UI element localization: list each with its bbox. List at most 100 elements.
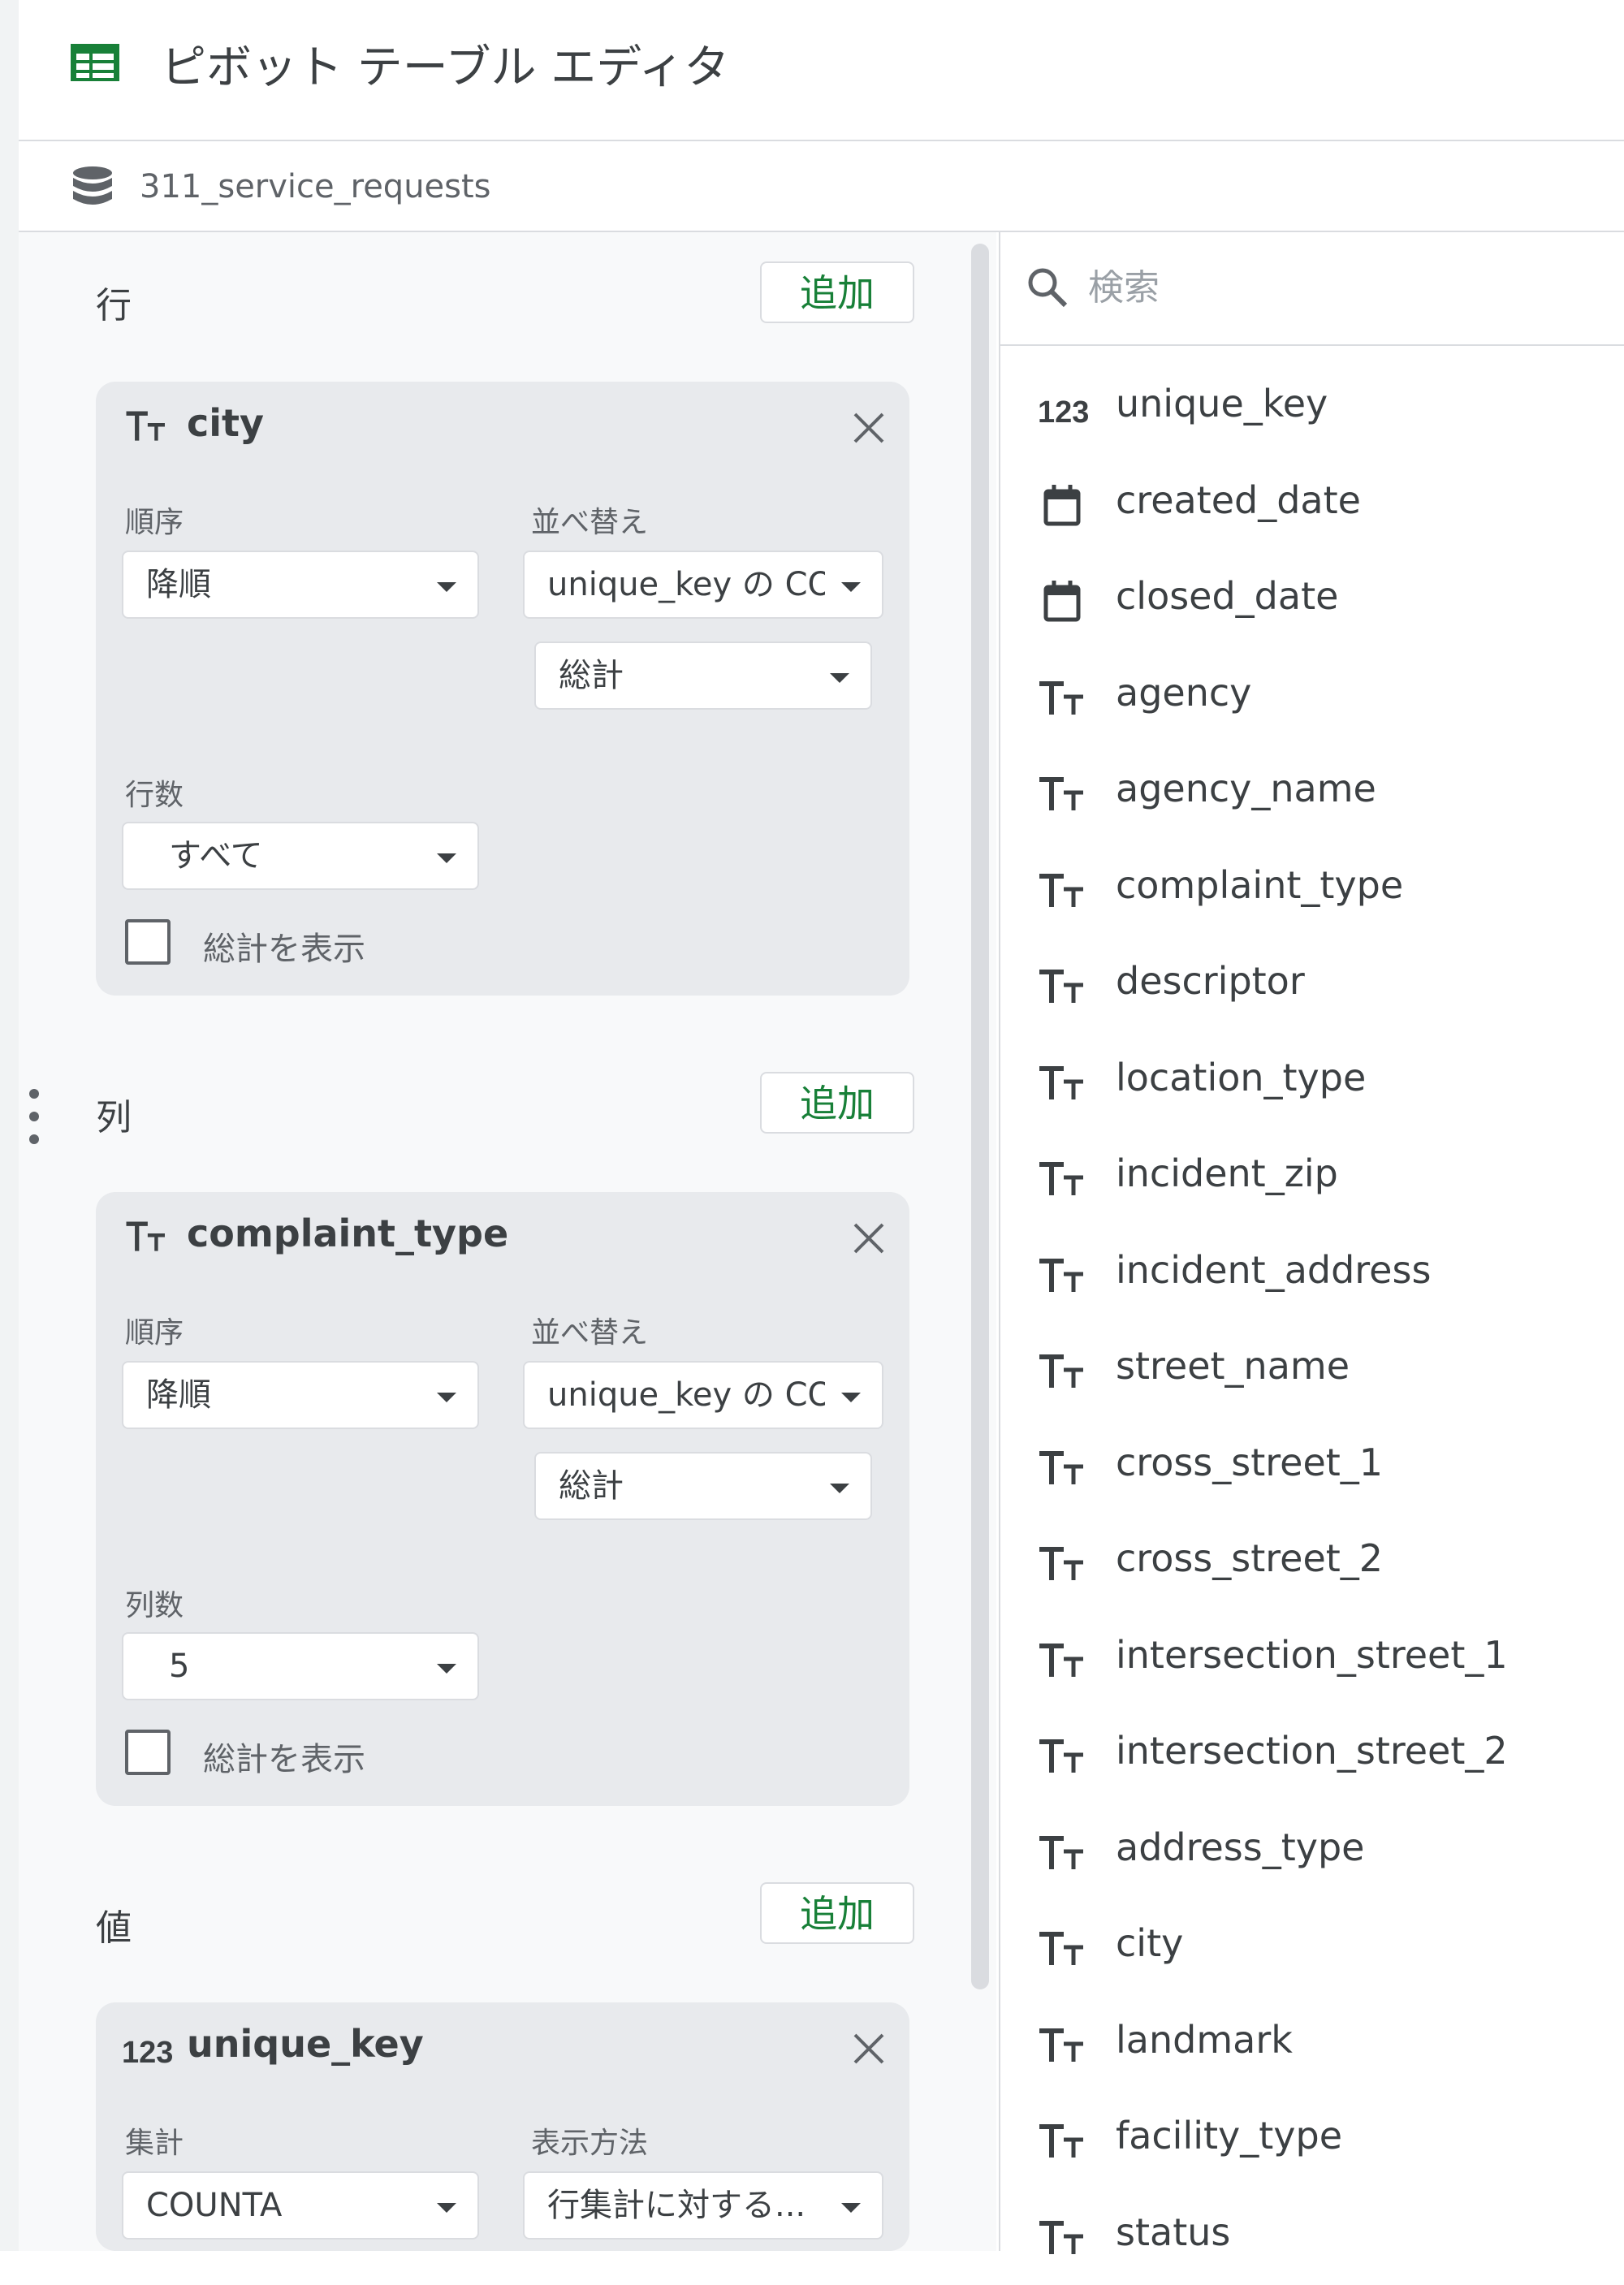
field-list-item[interactable]: location_type: [1000, 1035, 1624, 1130]
field-list-item[interactable]: intersection_street_2: [1000, 1708, 1624, 1803]
field-list-item-label: created_date: [1116, 477, 1361, 522]
field-list-item[interactable]: agency: [1000, 650, 1624, 745]
chevron-down-icon: [830, 673, 849, 683]
chevron-down-icon: [437, 2203, 456, 2213]
columns-add-button[interactable]: 追加: [760, 1072, 914, 1134]
values-remove-close-icon[interactable]: [850, 2030, 888, 2067]
text-type-icon: [1036, 962, 1090, 1011]
rows-order-select[interactable]: 降順: [122, 551, 479, 619]
field-list-item[interactable]: landmark: [1000, 1997, 1624, 2093]
field-list-item-label: facility_type: [1116, 2114, 1343, 2158]
field-list-item-label: complaint_type: [1116, 862, 1404, 907]
field-list-item[interactable]: complaint_type: [1000, 842, 1624, 938]
text-type-icon: [1036, 2117, 1090, 2166]
field-list-item-label: status: [1116, 2209, 1231, 2254]
text-type-icon: [1036, 2214, 1090, 2262]
panel-drag-handle[interactable]: [24, 1084, 44, 1149]
text-type-icon: [1036, 770, 1090, 819]
text-type-icon: [1036, 1829, 1090, 1877]
field-list-item-label: landmark: [1116, 2017, 1293, 2062]
chevron-down-icon: [437, 853, 456, 863]
search-icon: [1028, 268, 1068, 308]
editor-title: ピボット テーブル エディタ: [161, 41, 730, 94]
columns-field-name: complaint_type: [187, 1212, 509, 1255]
text-type-icon: [123, 404, 171, 448]
field-list-item-label: intersection_street_2: [1116, 1729, 1508, 1773]
field-list-item[interactable]: agency_name: [1000, 745, 1624, 841]
field-list-item[interactable]: street_name: [1000, 1323, 1624, 1419]
field-list-item-label: city: [1116, 1921, 1184, 1965]
rows-order-label: 順序: [125, 506, 184, 539]
text-type-icon: [123, 1215, 171, 1259]
rows-sort-select[interactable]: unique_key の CO...: [523, 551, 883, 619]
editor-scrollbar[interactable]: [971, 244, 989, 1989]
values-aggregation-label: 集計: [125, 2127, 184, 2160]
field-list-item-label: agency: [1116, 670, 1252, 715]
sheets-table-icon: [71, 44, 119, 81]
columns-sort-select[interactable]: unique_key の CO...: [523, 1361, 883, 1429]
values-display-select[interactable]: 行集計に対する...: [523, 2171, 883, 2240]
database-icon: [73, 166, 112, 205]
rows-add-button[interactable]: 追加: [760, 261, 914, 323]
field-list-item[interactable]: unique_key: [1000, 361, 1624, 456]
field-list-item[interactable]: cross_street_2: [1000, 1515, 1624, 1611]
values-display-label: 表示方法: [531, 2127, 649, 2160]
columns-remove-close-icon[interactable]: [850, 1220, 888, 1257]
field-list-item-label: cross_street_2: [1116, 1536, 1384, 1580]
rows-show-totals-label: 総計を表示: [203, 931, 365, 968]
window-left-edge: [0, 0, 19, 2251]
text-type-icon: [1036, 1732, 1090, 1781]
text-type-icon: [1036, 2021, 1090, 2070]
values-field-name: unique_key: [187, 2022, 424, 2066]
field-list-item[interactable]: city: [1000, 1900, 1624, 1996]
rows-count-select[interactable]: すべて: [122, 822, 479, 890]
field-list-item[interactable]: descriptor: [1000, 938, 1624, 1034]
field-list-item[interactable]: facility_type: [1000, 2093, 1624, 2188]
rows-count-label: 行数: [125, 779, 184, 812]
field-list-item-label: address_type: [1116, 1825, 1365, 1869]
text-type-icon: [1036, 1924, 1090, 1973]
rows-sort-label: 並べ替え: [531, 506, 649, 539]
field-list-item[interactable]: closed_date: [1000, 553, 1624, 649]
chevron-down-icon: [830, 1484, 849, 1493]
columns-sort-label: 並べ替え: [531, 1316, 649, 1350]
field-list-item[interactable]: incident_address: [1000, 1227, 1624, 1323]
text-type-icon: [1036, 1059, 1090, 1108]
columns-sort-aggregate-select[interactable]: 総計: [534, 1452, 872, 1520]
columns-show-totals-checkbox[interactable]: [125, 1730, 171, 1775]
number-type-icon: [120, 2025, 174, 2074]
columns-order-label: 順序: [125, 1316, 184, 1350]
field-list-item-label: incident_zip: [1116, 1151, 1338, 1195]
values-aggregation-select[interactable]: COUNTA: [122, 2171, 479, 2240]
chevron-down-icon: [841, 2203, 861, 2213]
chevron-down-icon: [437, 1664, 456, 1674]
field-list-item[interactable]: intersection_street_1: [1000, 1612, 1624, 1708]
field-list-item[interactable]: created_date: [1000, 457, 1624, 553]
field-list-item[interactable]: cross_street_1: [1000, 1419, 1624, 1515]
chevron-down-icon: [437, 582, 456, 592]
field-list-item-label: location_type: [1116, 1055, 1367, 1099]
rows-remove-close-icon[interactable]: [850, 409, 888, 447]
chevron-down-icon: [841, 582, 861, 592]
rows-sort-aggregate-select[interactable]: 総計: [534, 641, 872, 710]
field-list-item[interactable]: incident_zip: [1000, 1130, 1624, 1226]
chevron-down-icon: [437, 1393, 456, 1402]
field-list-item-label: intersection_street_1: [1116, 1632, 1508, 1677]
values-section-title: 値: [96, 1907, 132, 1949]
rows-field-name: city: [187, 401, 265, 445]
columns-count-select[interactable]: 5: [122, 1632, 479, 1700]
columns-show-totals-label: 総計を表示: [203, 1741, 365, 1778]
columns-order-select[interactable]: 降順: [122, 1361, 479, 1429]
field-list-item[interactable]: address_type: [1000, 1804, 1624, 1900]
field-list-item[interactable]: status: [1000, 2189, 1624, 2285]
data-source-name[interactable]: 311_service_requests: [140, 168, 491, 205]
text-type-icon: [1036, 674, 1090, 723]
field-list-item-label: cross_street_1: [1116, 1440, 1384, 1484]
columns-section-title: 列: [96, 1097, 132, 1138]
text-type-icon: [1036, 1155, 1090, 1203]
field-search-input[interactable]: [1088, 258, 1575, 317]
field-list-item-label: descriptor: [1116, 959, 1305, 1003]
rows-show-totals-checkbox[interactable]: [125, 919, 171, 965]
rows-section-title: 行: [96, 285, 132, 326]
values-add-button[interactable]: 追加: [760, 1882, 914, 1944]
